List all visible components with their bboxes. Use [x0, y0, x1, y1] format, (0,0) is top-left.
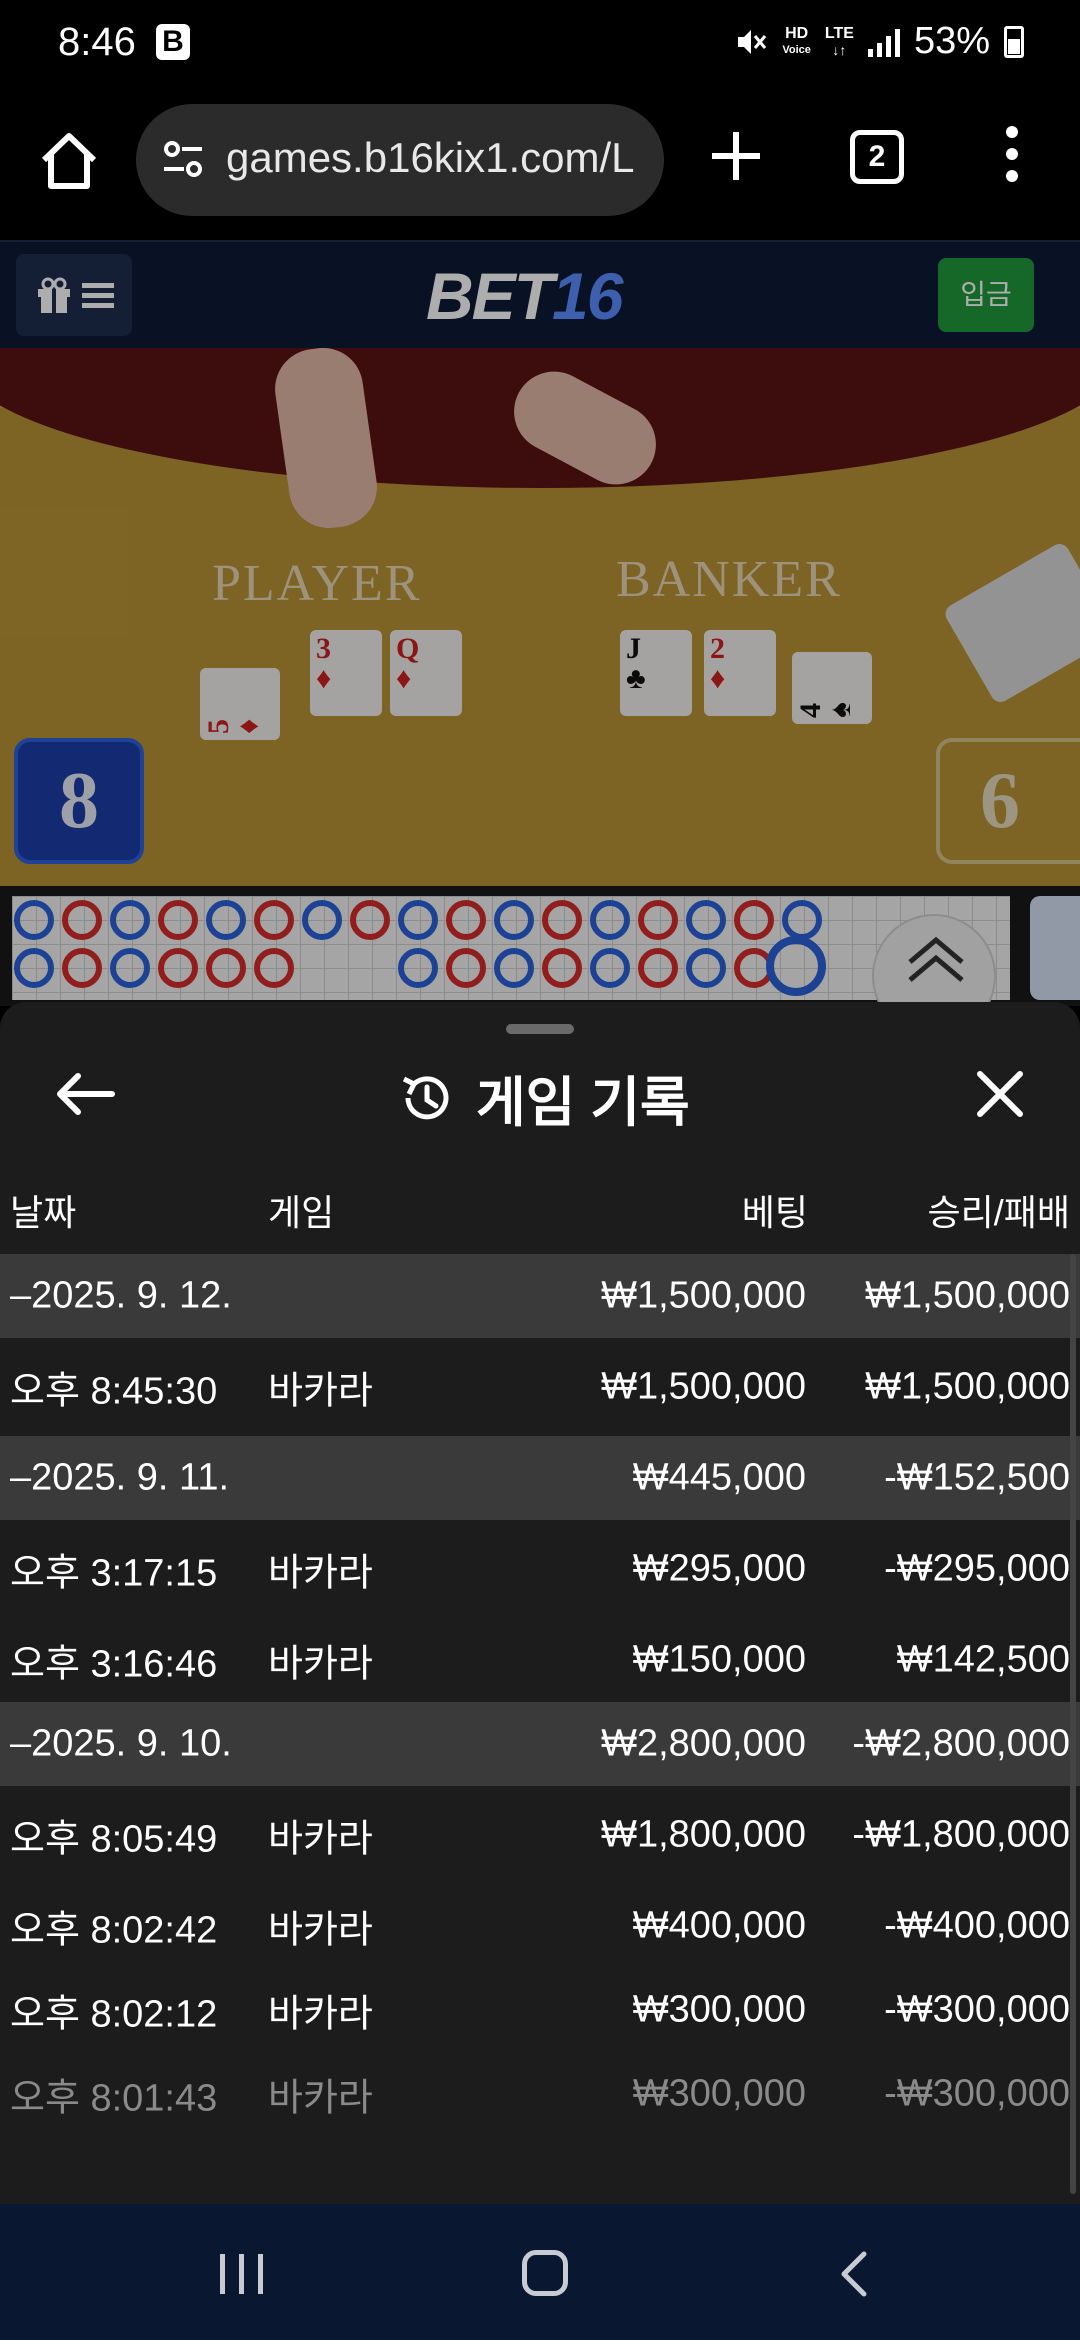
history-row[interactable]: 오후 3:17:15 바카라 ₩295,000 -₩295,000	[0, 1520, 1080, 1618]
drag-handle[interactable]	[506, 1024, 574, 1034]
column-header-win-loss[interactable]: 승리/패배	[928, 1184, 1070, 1236]
lte-indicator: LTE ↓↑	[824, 24, 854, 58]
row-time: 오후 8:02:12	[10, 1993, 218, 2036]
address-bar[interactable]: games.b16kix1.com/L	[136, 104, 664, 216]
row-result: -₩295,000	[884, 1547, 1070, 1590]
group-bet-total: ₩1,500,000	[601, 1274, 806, 1317]
lte-label: LTE	[824, 24, 854, 42]
row-bet: ₩300,000	[632, 2072, 806, 2115]
group-result-total: -₩2,800,000	[852, 1722, 1070, 1765]
hd-voice-indicator: HD Voice	[782, 24, 811, 58]
row-time: 오후 3:17:15	[10, 1552, 218, 1595]
voice-label: Voice	[782, 43, 811, 56]
site-settings-icon[interactable]	[160, 136, 206, 182]
home-button-icon[interactable]	[522, 2250, 568, 2296]
column-header-date[interactable]: 날짜	[10, 1184, 76, 1236]
app-notification-icon: B	[156, 24, 190, 60]
close-icon[interactable]	[970, 1064, 1030, 1124]
battery-icon	[1004, 25, 1024, 58]
history-row[interactable]: 오후 8:01:43 바카라 ₩300,000 -₩300,000	[0, 2052, 1080, 2136]
history-list: –2025. 9. 12. ₩1,500,000 ₩1,500,000 오후 8…	[0, 1254, 1080, 2136]
data-arrows-icon: ↓↑	[832, 41, 847, 58]
column-header-game[interactable]: 게임	[268, 1184, 334, 1236]
back-icon[interactable]	[834, 2248, 874, 2300]
more-menu-icon[interactable]	[1000, 126, 1024, 190]
group-result-total: ₩1,500,000	[865, 1274, 1070, 1317]
row-result: -₩300,000	[884, 1988, 1070, 2031]
recent-apps-icon[interactable]	[220, 2254, 263, 2294]
group-result-total: -₩152,500	[884, 1456, 1070, 1499]
row-result: -₩300,000	[884, 2072, 1070, 2115]
back-arrow-icon[interactable]	[50, 1064, 120, 1124]
game-history-sheet: 게임 기록 날짜 게임 베팅 승리/패배 –2025. 9. 12. ₩1,50…	[0, 1002, 1080, 2204]
row-game: 바카라	[268, 1909, 373, 1952]
row-result: -₩1,800,000	[852, 1813, 1070, 1856]
group-date: –2025. 9. 10.	[10, 1722, 232, 1765]
row-bet: ₩150,000	[632, 1638, 806, 1681]
date-group-row[interactable]: –2025. 9. 12. ₩1,500,000 ₩1,500,000	[0, 1254, 1080, 1338]
status-indicators: HD Voice LTE ↓↑ 53%	[734, 20, 1024, 63]
row-result: ₩1,500,000	[865, 1365, 1070, 1408]
background-dim-overlay[interactable]	[0, 240, 1080, 1006]
row-time: 오후 8:05:49	[10, 1818, 218, 1861]
history-row[interactable]: 오후 8:45:30 바카라 ₩1,500,000 ₩1,500,000	[0, 1338, 1080, 1436]
list-scrollbar[interactable]	[1070, 1254, 1076, 2194]
date-group-row[interactable]: –2025. 9. 11. ₩445,000 -₩152,500	[0, 1436, 1080, 1520]
history-row[interactable]: 오후 8:02:12 바카라 ₩300,000 -₩300,000	[0, 1968, 1080, 2052]
row-result: -₩400,000	[884, 1904, 1070, 1947]
row-bet: ₩1,800,000	[601, 1813, 806, 1856]
hd-label: HD	[785, 24, 809, 42]
row-game: 바카라	[268, 1818, 373, 1861]
row-bet: ₩1,500,000	[601, 1365, 806, 1408]
sheet-title: 게임 기록	[476, 1073, 690, 1133]
history-row[interactable]: 오후 8:05:49 바카라 ₩1,800,000 -₩1,800,000	[0, 1786, 1080, 1884]
status-bar: 8:46 B HD Voice LTE ↓↑ 53%	[0, 0, 1080, 90]
browser-toolbar: games.b16kix1.com/L 2	[0, 90, 1080, 240]
sheet-header: 게임 기록	[396, 1058, 690, 1137]
row-time: 오후 8:01:43	[10, 2077, 218, 2120]
signal-icon	[867, 27, 900, 57]
row-game: 바카라	[268, 1552, 373, 1595]
status-time: 8:46	[58, 20, 136, 64]
new-tab-icon[interactable]	[706, 126, 766, 186]
group-bet-total: ₩445,000	[632, 1456, 806, 1499]
row-bet: ₩400,000	[632, 1904, 806, 1947]
url-text: games.b16kix1.com/L	[226, 134, 635, 181]
row-game: 바카라	[268, 1643, 373, 1686]
row-time: 오후 8:02:42	[10, 1909, 218, 1952]
date-group-row[interactable]: –2025. 9. 10. ₩2,800,000 -₩2,800,000	[0, 1702, 1080, 1786]
row-time: 오후 3:16:46	[10, 1643, 218, 1686]
row-bet: ₩300,000	[632, 1988, 806, 2031]
battery-percent: 53%	[913, 20, 990, 62]
home-icon[interactable]	[34, 126, 104, 196]
history-row[interactable]: 오후 3:16:46 바카라 ₩150,000 ₩142,500	[0, 1618, 1080, 1702]
column-header-bet[interactable]: 베팅	[742, 1184, 808, 1236]
row-game: 바카라	[268, 2077, 373, 2120]
mute-icon	[738, 29, 767, 54]
group-date: –2025. 9. 12.	[10, 1274, 232, 1317]
row-game: 바카라	[268, 1993, 373, 2036]
row-bet: ₩295,000	[632, 1547, 806, 1590]
group-date: –2025. 9. 11.	[10, 1456, 230, 1499]
group-bet-total: ₩2,800,000	[601, 1722, 806, 1765]
row-result: ₩142,500	[896, 1638, 1070, 1681]
history-icon	[402, 1075, 449, 1119]
row-time: 오후 8:45:30	[10, 1370, 218, 1413]
history-row[interactable]: 오후 8:02:42 바카라 ₩400,000 -₩400,000	[0, 1884, 1080, 1968]
tab-switcher-button[interactable]: 2	[850, 130, 904, 184]
row-game: 바카라	[268, 1370, 373, 1413]
system-navigation-bar	[0, 2204, 1080, 2340]
